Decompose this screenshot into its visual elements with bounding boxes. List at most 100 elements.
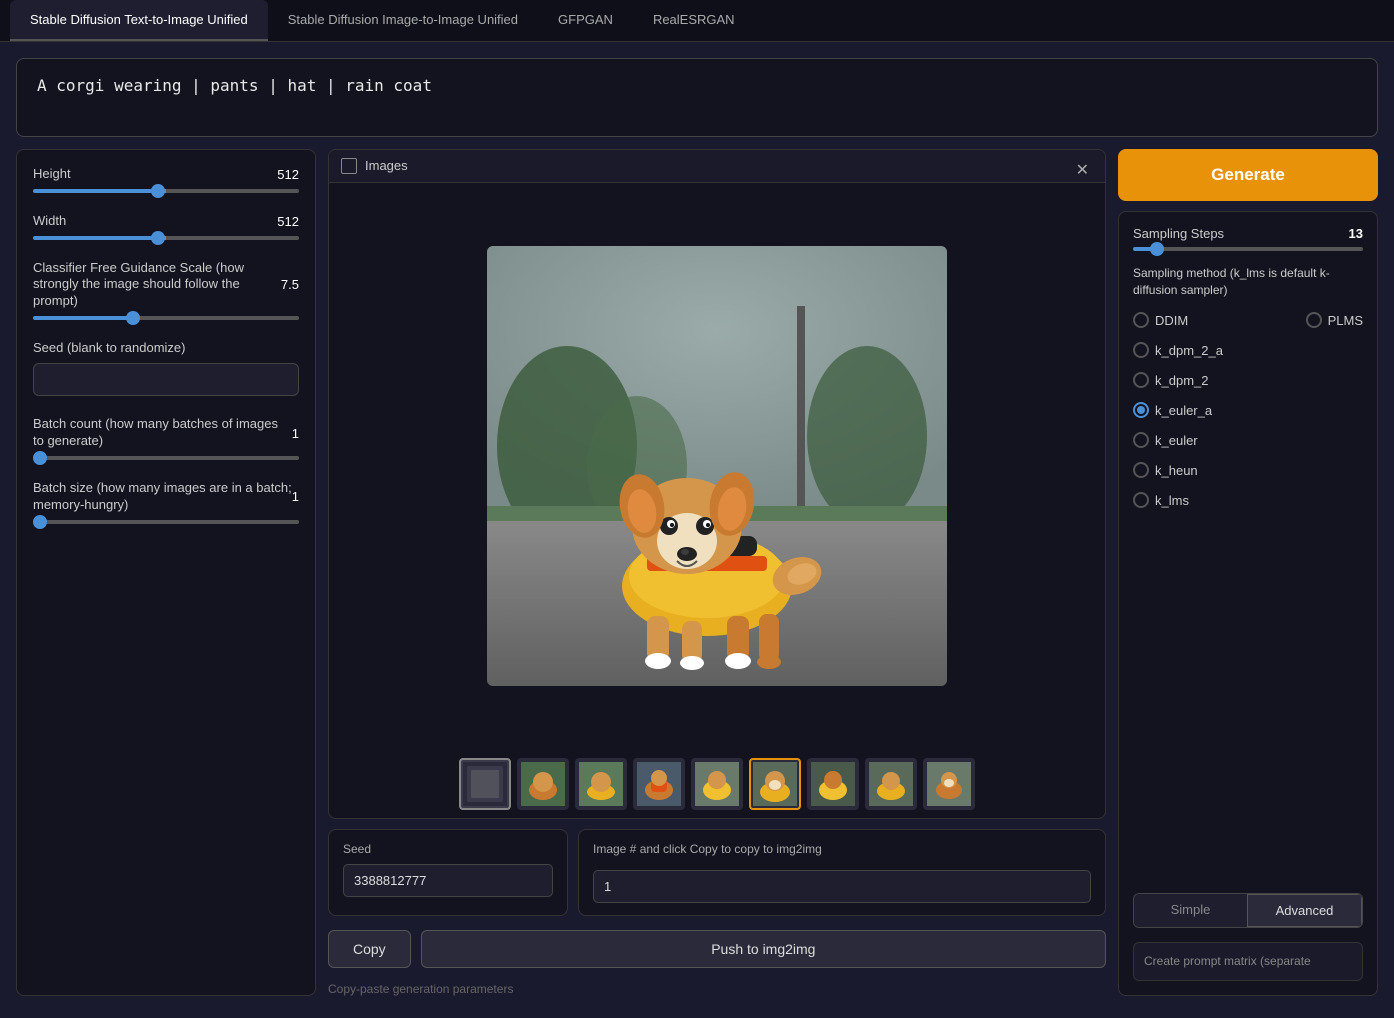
tab-img2img[interactable]: Stable Diffusion Image-to-Image Unified (268, 0, 538, 41)
thumbnail-0[interactable] (459, 758, 511, 810)
seed-input[interactable] (33, 363, 299, 396)
batch-count-slider[interactable] (33, 456, 299, 460)
close-button[interactable]: ✕ (1070, 158, 1095, 182)
radio-circle-kdpm2 (1133, 372, 1149, 388)
thumbnail-6[interactable] (807, 758, 859, 810)
height-label-row: Height 512 (33, 166, 299, 183)
right-settings: Sampling Steps 13 Sampling method (k_lms… (1118, 211, 1378, 996)
sampling-method-label: Sampling method (k_lms is default k-diff… (1133, 265, 1363, 299)
seed-result-value: 3388812777 (343, 864, 553, 897)
radio-circle-keulera (1133, 402, 1149, 418)
sampling-steps-value: 13 (1349, 226, 1363, 241)
height-label: Height (33, 166, 71, 183)
width-slider[interactable] (33, 236, 299, 240)
copy-paste-label: Copy-paste generation parameters (328, 982, 1106, 996)
guidance-slider-group: Classifier Free Guidance Scale (how stro… (33, 260, 299, 321)
center-panel: Images ✕ (328, 149, 1106, 996)
prompt-input[interactable]: A corgi wearing | pants | hat | rain coa… (16, 58, 1378, 137)
sampling-steps-label-row: Sampling Steps 13 (1133, 226, 1363, 241)
radio-circle-kheun (1133, 462, 1149, 478)
content-row: Height 512 Width 512 Classifier Free Gui… (16, 149, 1378, 996)
sampling-steps-slider[interactable] (1133, 247, 1363, 251)
images-icon (341, 158, 357, 174)
tabs-bar: Stable Diffusion Text-to-Image Unified S… (0, 0, 1394, 42)
copy-info-box: Image # and click Copy to copy to img2im… (578, 829, 1106, 916)
seed-label: Seed (blank to randomize) (33, 340, 185, 357)
seed-result-box: Seed 3388812777 (328, 829, 568, 916)
width-label: Width (33, 213, 66, 230)
thumbnail-5[interactable] (749, 758, 801, 810)
tab-advanced[interactable]: Advanced (1247, 894, 1362, 927)
tab-txt2img[interactable]: Stable Diffusion Text-to-Image Unified (10, 0, 268, 41)
push-to-img2img-button[interactable]: Push to img2img (421, 930, 1106, 968)
radio-klms[interactable]: k_lms (1133, 492, 1363, 508)
image-main (329, 183, 1105, 750)
batch-count-group: Batch count (how many batches of images … (33, 416, 299, 460)
seed-label-row: Seed (blank to randomize) (33, 340, 299, 357)
method-ddim-plms-row: DDIM PLMS (1133, 312, 1363, 328)
tab-simple[interactable]: Simple (1134, 894, 1247, 927)
radio-circle-keuler (1133, 432, 1149, 448)
radio-label-kdpm2: k_dpm_2 (1155, 373, 1208, 388)
radio-keulera[interactable]: k_euler_a (1133, 402, 1363, 418)
radio-circle-klms (1133, 492, 1149, 508)
radio-kdpm2[interactable]: k_dpm_2 (1133, 372, 1363, 388)
simple-advanced-tabs: Simple Advanced (1133, 893, 1363, 928)
radio-circle-plms (1306, 312, 1322, 328)
radio-label-keuler: k_euler (1155, 433, 1198, 448)
radio-kdpm2a[interactable]: k_dpm_2_a (1133, 342, 1363, 358)
width-label-row: Width 512 (33, 213, 299, 230)
create-prompt-box: Create prompt matrix (separate (1133, 942, 1363, 981)
right-panel: Generate Sampling Steps 13 Sampling meth… (1118, 149, 1378, 996)
image-number-input[interactable] (593, 870, 1091, 903)
radio-label-ddim: DDIM (1155, 313, 1188, 328)
sampling-steps-label: Sampling Steps (1133, 226, 1224, 241)
thumbnail-2[interactable] (575, 758, 627, 810)
radio-label-kdpm2a: k_dpm_2_a (1155, 343, 1223, 358)
radio-kheun[interactable]: k_heun (1133, 462, 1363, 478)
guidance-value: 7.5 (281, 277, 299, 292)
action-buttons-row: Copy Push to img2img (328, 930, 1106, 968)
guidance-label-row: Classifier Free Guidance Scale (how stro… (33, 260, 299, 311)
width-value: 512 (277, 214, 299, 229)
radio-plms[interactable]: PLMS (1306, 312, 1363, 328)
create-prompt-text: Create prompt matrix (separate (1144, 953, 1352, 970)
left-panel: Height 512 Width 512 Classifier Free Gui… (16, 149, 316, 996)
radio-circle-ddim (1133, 312, 1149, 328)
thumbnail-8[interactable] (923, 758, 975, 810)
guidance-label: Classifier Free Guidance Scale (how stro… (33, 260, 281, 311)
thumbnail-7[interactable] (865, 758, 917, 810)
batch-count-value: 1 (292, 426, 299, 441)
radio-label-klms: k_lms (1155, 493, 1189, 508)
copy-button[interactable]: Copy (328, 930, 411, 968)
radio-label-keulera: k_euler_a (1155, 403, 1212, 418)
height-value: 512 (277, 167, 299, 182)
batch-size-label-row: Batch size (how many images are in a bat… (33, 480, 299, 514)
guidance-slider[interactable] (33, 316, 299, 320)
batch-size-value: 1 (292, 489, 299, 504)
bottom-row: Seed 3388812777 Image # and click Copy t… (328, 829, 1106, 916)
thumbnail-1[interactable] (517, 758, 569, 810)
main-container: A corgi wearing | pants | hat | rain coa… (0, 42, 1394, 1012)
generated-image (487, 246, 947, 686)
batch-size-group: Batch size (how many images are in a bat… (33, 480, 299, 524)
height-slider[interactable] (33, 189, 299, 193)
seed-group: Seed (blank to randomize) (33, 340, 299, 396)
tab-realesrgan[interactable]: RealESRGAN (633, 0, 755, 41)
batch-size-slider[interactable] (33, 520, 299, 524)
height-slider-group: Height 512 (33, 166, 299, 193)
image-display-area: Images ✕ (328, 149, 1106, 819)
thumbnail-3[interactable] (633, 758, 685, 810)
batch-count-label: Batch count (how many batches of images … (33, 416, 292, 450)
generate-button[interactable]: Generate (1118, 149, 1378, 201)
batch-size-label: Batch size (how many images are in a bat… (33, 480, 292, 514)
width-slider-group: Width 512 (33, 213, 299, 240)
image-panel-label: Images (365, 158, 408, 173)
radio-ddim[interactable]: DDIM (1133, 312, 1188, 328)
tab-gfpgan[interactable]: GFPGAN (538, 0, 633, 41)
image-panel-header: Images ✕ (329, 150, 1105, 183)
radio-label-kheun: k_heun (1155, 463, 1198, 478)
radio-keuler[interactable]: k_euler (1133, 432, 1363, 448)
thumbnail-4[interactable] (691, 758, 743, 810)
sampling-steps-group: Sampling Steps 13 (1133, 226, 1363, 251)
